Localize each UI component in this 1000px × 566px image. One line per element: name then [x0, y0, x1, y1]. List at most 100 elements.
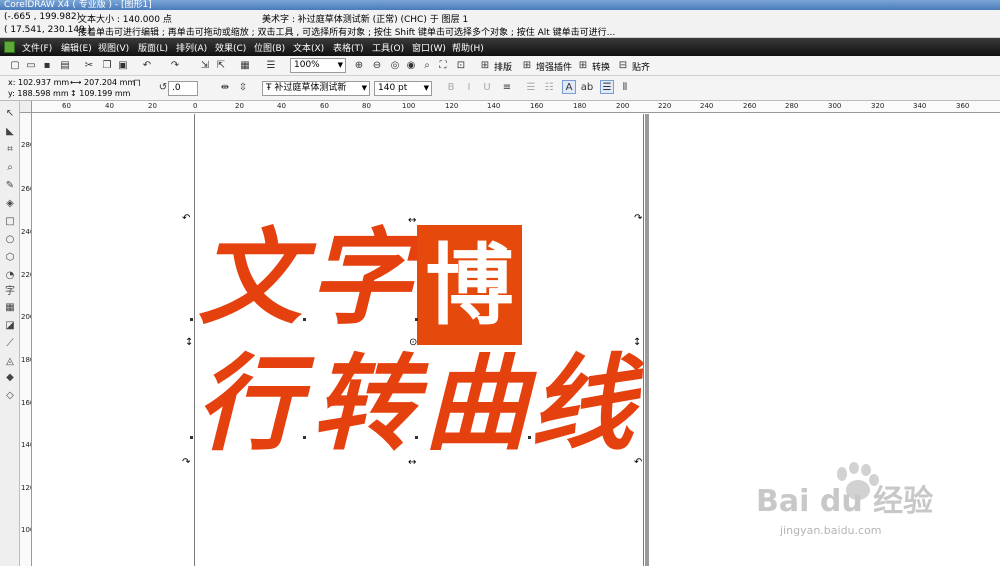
art-text-char-wen[interactable]: 文	[198, 226, 302, 330]
export-icon[interactable]: ⇱	[214, 59, 228, 73]
crop-tool-icon[interactable]: ⌗	[3, 143, 17, 157]
shape-tool-icon[interactable]: ◣	[3, 125, 17, 139]
rotate-handle-top-right[interactable]: ↷	[634, 214, 642, 224]
mirror-vertical-icon[interactable]: ⇳	[236, 81, 250, 95]
rotate-handle-bottom-right[interactable]: ↶	[634, 458, 642, 468]
ellipse-tool-icon[interactable]: ○	[3, 233, 17, 247]
zoom-all-icon[interactable]: ◉	[404, 59, 418, 73]
undo-icon[interactable]: ↶	[140, 59, 154, 73]
coreldraw-app-icon[interactable]	[4, 41, 15, 53]
outline-tool-icon[interactable]: ◬	[3, 355, 17, 369]
fill-tool-icon[interactable]: ◆	[3, 371, 17, 385]
new-document-icon[interactable]: ▢	[8, 59, 22, 73]
text-node[interactable]	[303, 318, 306, 321]
vertical-text-icon[interactable]: ⦀	[618, 81, 632, 95]
rectangle-tool-icon[interactable]: □	[3, 215, 17, 229]
menu-text[interactable]: 文本(X)	[293, 41, 324, 54]
menu-tools[interactable]: 工具(O)	[372, 41, 404, 54]
art-text-char-qu[interactable]: 曲	[424, 352, 528, 456]
open-icon[interactable]: ▭	[24, 59, 38, 73]
text-node[interactable]	[415, 436, 418, 439]
drop-cap-icon[interactable]: ☷	[542, 81, 556, 95]
zoom-out-icon[interactable]: ⊖	[370, 59, 384, 73]
menu-arrange[interactable]: 排列(A)	[176, 41, 207, 54]
rotate-handle-bottom-left[interactable]: ↷	[182, 458, 190, 468]
import-icon[interactable]: ⇲	[198, 59, 212, 73]
interactive-fill-icon[interactable]: ◇	[3, 389, 17, 403]
menu-layout[interactable]: 版面(L)	[138, 41, 168, 54]
menu-table[interactable]: 表格(T)	[333, 41, 364, 54]
zoom-tool-icon[interactable]: ⌕	[3, 161, 17, 175]
table-tool-icon[interactable]: ▦	[3, 301, 17, 315]
publish-pdf-icon[interactable]: ▦	[238, 59, 252, 73]
print-icon[interactable]: ▤	[58, 59, 72, 73]
menu-edit[interactable]: 编辑(E)	[61, 41, 92, 54]
skew-handle-right[interactable]: ↕	[633, 338, 641, 348]
horizontal-text-icon[interactable]: ☰	[600, 80, 614, 94]
font-name-select[interactable]: Ŧ 补过庭草体测试新 ▼	[262, 81, 370, 96]
convert-plugin-icon[interactable]: ⊞	[576, 59, 590, 73]
red-seal-block[interactable]: 博	[417, 225, 522, 345]
art-text-char-xing[interactable]: 行	[196, 352, 300, 456]
pick-tool-icon[interactable]: ↖	[3, 107, 17, 121]
menu-view[interactable]: 视图(V)	[98, 41, 129, 54]
rotate-handle-top-left[interactable]: ↶	[182, 214, 190, 224]
text-node[interactable]	[190, 436, 193, 439]
save-icon[interactable]: ▪	[40, 59, 54, 73]
text-node[interactable]	[415, 318, 418, 321]
cut-icon[interactable]: ✂	[82, 59, 96, 73]
zoom-level-select[interactable]: 100% ▼	[290, 58, 346, 73]
bold-icon[interactable]: B	[444, 81, 458, 95]
redo-icon[interactable]: ↷	[168, 59, 182, 73]
typeset-plugin-icon[interactable]: ⊞	[478, 59, 492, 73]
x-position-field[interactable]: x: 102.937 mm	[8, 78, 69, 87]
interactive-blend-icon[interactable]: ◪	[3, 319, 17, 333]
zoom-height-icon[interactable]: ⊡	[454, 59, 468, 73]
typeset-plugin-button[interactable]: 排版	[494, 60, 512, 73]
font-size-select[interactable]: 140 pt ▼	[374, 81, 432, 96]
polygon-tool-icon[interactable]: ⬡	[3, 251, 17, 265]
enhance-plugin-button[interactable]: 增强插件	[536, 60, 572, 73]
underline-icon[interactable]: U	[480, 81, 494, 95]
zoom-width-icon[interactable]: ⛶	[436, 59, 450, 73]
menu-help[interactable]: 帮助(H)	[452, 41, 484, 54]
zoom-in-icon[interactable]: ⊕	[352, 59, 366, 73]
zoom-selected-icon[interactable]: ◎	[388, 59, 402, 73]
paste-icon[interactable]: ▣	[116, 59, 130, 73]
text-align-icon[interactable]: ≡	[500, 81, 514, 95]
art-text-char-zi[interactable]: 字	[308, 226, 412, 330]
menu-file[interactable]: 文件(F)	[22, 41, 52, 54]
art-text-char-xian[interactable]: 线	[530, 352, 634, 456]
basic-shapes-icon[interactable]: ◔	[3, 269, 17, 283]
menu-bitmaps[interactable]: 位图(B)	[254, 41, 285, 54]
skew-handle-left[interactable]: ↕	[185, 338, 193, 348]
text-node[interactable]	[303, 436, 306, 439]
eyedropper-icon[interactable]: ⟋	[3, 337, 17, 351]
rotation-center-icon[interactable]: ⊙	[409, 338, 417, 348]
zoom-page-icon[interactable]: ⌕	[420, 59, 434, 73]
ruler-origin[interactable]	[20, 101, 32, 113]
width-field[interactable]: ⟷ 207.204 mm	[70, 78, 135, 87]
enhance-plugin-icon[interactable]: ⊞	[520, 59, 534, 73]
rotation-field[interactable]: .0	[168, 81, 198, 96]
freehand-tool-icon[interactable]: ✎	[3, 179, 17, 193]
art-text-char-zhuan[interactable]: 转	[312, 352, 416, 456]
text-tool-icon[interactable]: 字	[3, 285, 17, 299]
menu-effects[interactable]: 效果(C)	[215, 41, 246, 54]
text-node[interactable]	[190, 318, 193, 321]
copy-icon[interactable]: ❐	[100, 59, 114, 73]
smart-fill-icon[interactable]: ◈	[3, 197, 17, 211]
snap-button[interactable]: 贴齐	[632, 60, 650, 73]
edit-text-icon[interactable]: ab	[580, 81, 594, 95]
lock-ratio-icon[interactable]: ⊓	[130, 77, 144, 91]
height-field[interactable]: ↕ 109.199 mm	[70, 89, 130, 98]
bullet-icon[interactable]: ☰	[524, 81, 538, 95]
character-format-icon[interactable]: A	[562, 80, 576, 94]
text-node[interactable]	[528, 436, 531, 439]
snap-icon[interactable]: ⊟	[616, 59, 630, 73]
y-position-field[interactable]: y: 188.598 mm	[8, 89, 69, 98]
mirror-horizontal-icon[interactable]: ⇹	[218, 81, 232, 95]
skew-handle-top[interactable]: ↔	[408, 216, 416, 226]
skew-handle-bottom[interactable]: ↔	[408, 458, 416, 468]
menu-window[interactable]: 窗口(W)	[412, 41, 446, 54]
